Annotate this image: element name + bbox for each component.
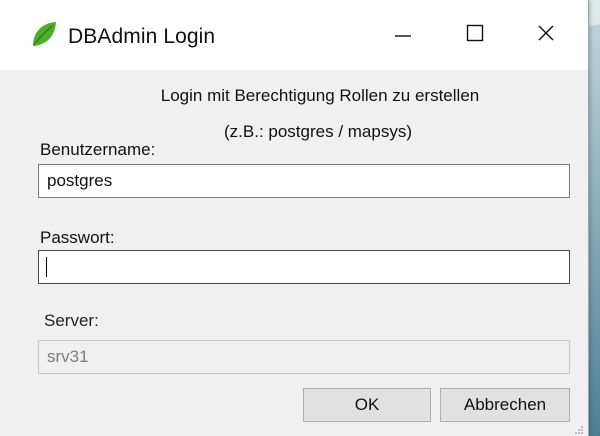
username-input[interactable] xyxy=(38,164,570,198)
password-input[interactable] xyxy=(38,250,570,284)
screen: DBAdmin Login Login mit Berechtigung Rol… xyxy=(0,0,600,436)
server-input xyxy=(38,340,570,374)
maximize-icon xyxy=(465,23,485,48)
window-title: DBAdmin Login xyxy=(68,25,216,48)
login-dialog: DBAdmin Login Login mit Berechtigung Rol… xyxy=(0,0,588,436)
resize-grip-icon[interactable] xyxy=(574,422,584,434)
cancel-button[interactable]: Abbrechen xyxy=(440,388,570,422)
leaf-icon xyxy=(30,20,58,48)
server-label: Server: xyxy=(44,311,99,330)
close-icon xyxy=(536,23,556,48)
minimize-button[interactable] xyxy=(372,0,434,70)
hint-text: Login mit Berechtigung Rollen zu erstell… xyxy=(160,86,480,105)
dialog-body: Login mit Berechtigung Rollen zu erstell… xyxy=(0,70,588,436)
close-button[interactable] xyxy=(515,0,577,70)
username-label: Benutzername: xyxy=(40,140,156,159)
ok-button[interactable]: OK xyxy=(303,388,431,422)
password-label: Passwort: xyxy=(40,228,115,247)
text-caret xyxy=(46,257,47,277)
maximize-button[interactable] xyxy=(444,0,506,70)
title-bar[interactable]: DBAdmin Login xyxy=(0,0,588,70)
hint-example-text: (z.B.: postgres / mapsys) xyxy=(224,122,412,141)
minimize-icon xyxy=(393,23,413,48)
